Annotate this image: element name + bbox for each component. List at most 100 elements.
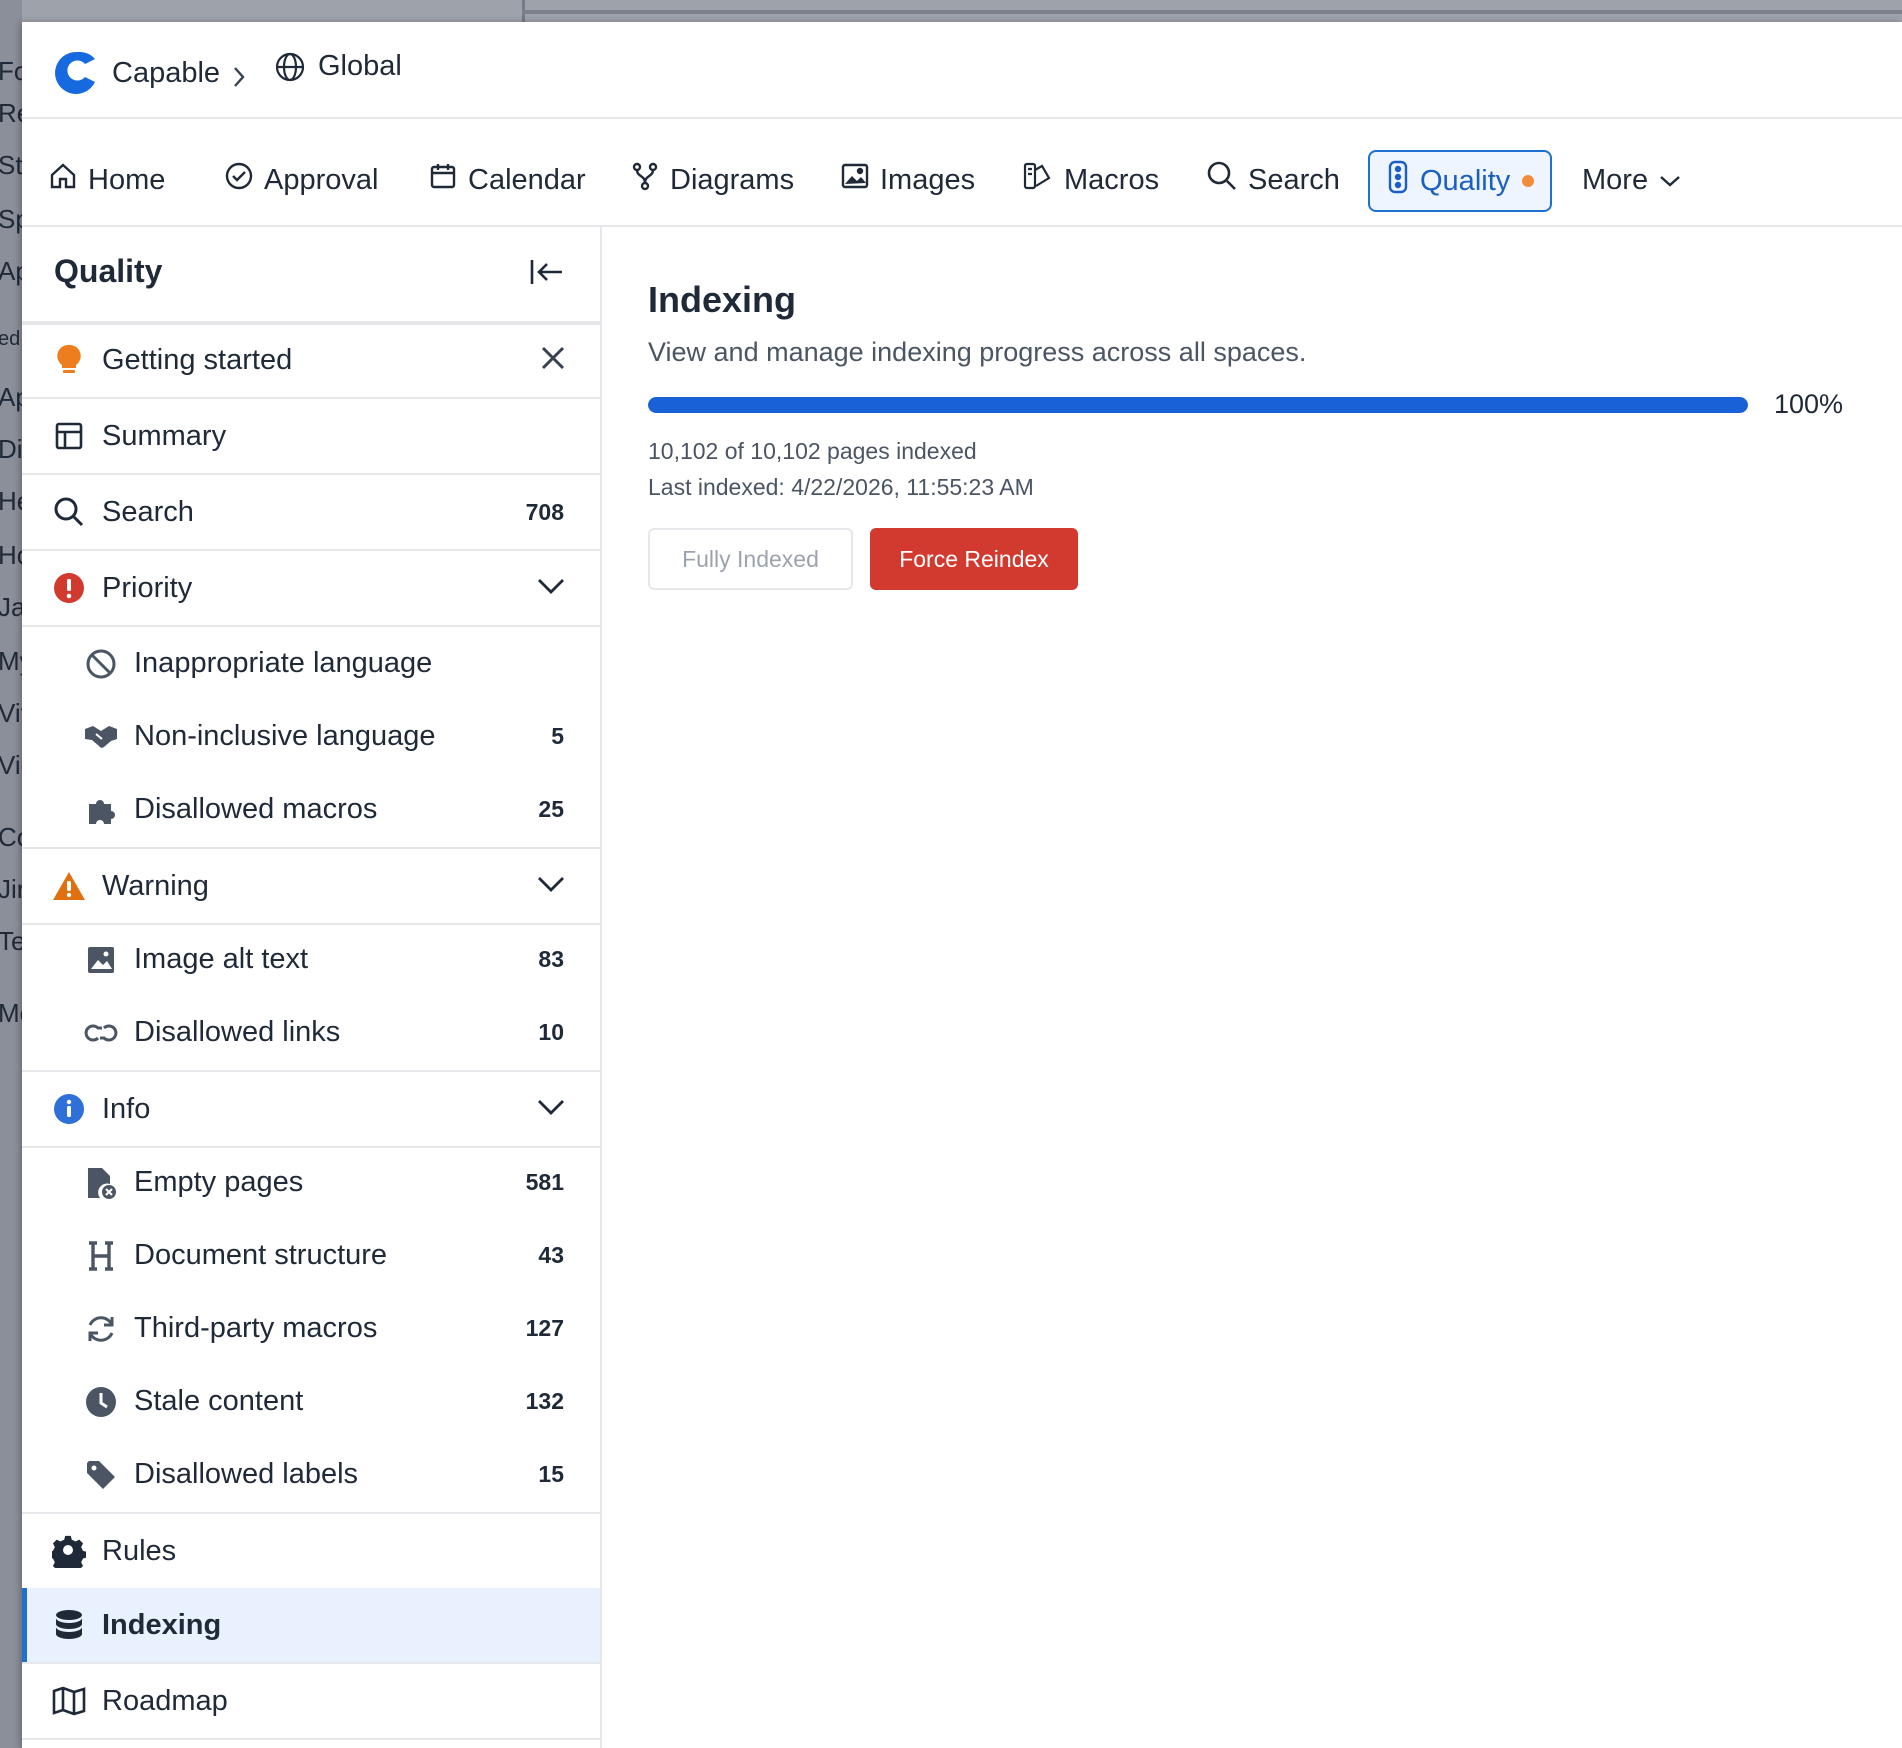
nav-macros[interactable]: Macros [1022,151,1159,209]
diagram-icon [630,161,660,199]
background-text: Ho [0,540,22,570]
count-badge: 25 [538,796,564,822]
sidebar-item-inappropriate-language[interactable]: Inappropriate language [22,627,600,700]
warning-icon [52,869,86,903]
background-text: Fo [0,56,22,86]
main-content: Indexing View and manage indexing progre… [600,227,1902,1748]
image-icon [840,161,870,199]
sidebar-item-rules[interactable]: Rules [22,1512,600,1590]
sidebar-item-image-alt-text[interactable]: Image alt text 83 [22,923,600,996]
traffic-light-icon [1386,160,1410,202]
sidebar-item-document-structure[interactable]: Document structure 43 [22,1219,600,1292]
nav-macros-label: Macros [1064,163,1160,196]
background-text: Sp [0,204,22,234]
count-badge: 83 [538,946,564,972]
sidebar-group-info[interactable]: Info [22,1070,600,1148]
sidebar-item-summary[interactable]: Summary [22,399,600,475]
nav-search[interactable]: Search [1206,151,1340,209]
indexed-count: 10,102 of 10,102 pages indexed [648,438,977,464]
background-text: Vie [0,750,22,780]
sidebar-group-warning[interactable]: Warning [22,847,600,925]
sidebar-item-search[interactable]: Search 708 [22,475,600,551]
sidebar-group-label: Warning [102,869,209,902]
sidebar-item-stale-content[interactable]: Stale content 132 [22,1365,600,1438]
sidebar-item-roadmap[interactable]: Roadmap [22,1664,600,1740]
sidebar-item-label: Rules [102,1534,177,1567]
handshake-icon [84,720,118,754]
count-badge: 5 [551,723,564,749]
background-app-strip: Fo Re Sta Sp Ap ed Ap Dia He Ho Ja My Vi… [0,0,22,1748]
sidebar-header: Quality [22,227,600,325]
sidebar-item-third-party-macros[interactable]: Third-party macros 127 [22,1292,600,1365]
lightbulb-icon [52,343,86,377]
file-x-icon [84,1166,118,1200]
chevron-down-icon[interactable] [536,1098,566,1121]
nav-quality[interactable]: Quality [1368,150,1553,212]
page-title: Indexing [648,279,797,320]
sidebar-item-empty-pages[interactable]: Empty pages 581 [22,1146,600,1219]
fully-indexed-button: Fully Indexed [648,528,853,590]
nav-calendar-label: Calendar [468,163,586,196]
search-icon [52,495,86,529]
breadcrumb: Capable Global [22,22,1902,119]
sidebar-item-label: Empty pages [134,1166,304,1198]
background-text: He [0,486,22,516]
clock-icon [84,1385,118,1419]
chevron-down-icon[interactable] [536,577,566,600]
link-icon [84,1016,118,1050]
background-text: Ja [0,592,22,622]
background-text: ed [0,328,21,350]
sidebar-item-indexing[interactable]: Indexing [22,1588,600,1664]
sidebar-item-non-inclusive-language[interactable]: Non-inclusive language 5 [22,700,600,773]
main-nav: Home Approval Calendar Diagrams Images M… [22,119,1902,227]
sidebar-item-label: Indexing [102,1608,222,1641]
ban-icon [84,647,118,681]
collapse-sidebar-icon[interactable] [528,255,564,294]
puzzle-icon [84,793,118,827]
background-text: Re [0,98,22,128]
sidebar-item-label: Non-inclusive language [134,720,436,752]
nav-search-label: Search [1248,163,1340,196]
sidebar-item-disallowed-macros[interactable]: Disallowed macros 25 [22,773,600,846]
count-badge: 15 [538,1461,564,1487]
background-text: Dia [0,434,22,464]
nav-diagrams[interactable]: Diagrams [630,151,794,209]
nav-images[interactable]: Images [840,151,975,209]
chevron-down-icon[interactable] [536,875,566,898]
sidebar-item-label: Getting started [102,343,293,376]
tag-icon [84,1458,118,1492]
count-badge: 10 [538,1019,564,1045]
map-icon [52,1684,86,1718]
breadcrumb-app[interactable]: Capable [54,50,220,96]
nav-more[interactable]: More [1582,151,1682,209]
search-icon [1206,160,1238,200]
sidebar-item-label: Third-party macros [134,1312,378,1344]
sidebar-item-label: Image alt text [134,943,309,975]
sidebar-item-getting-started[interactable]: Getting started [22,323,600,399]
sidebar-item-disallowed-labels[interactable]: Disallowed labels 15 [22,1438,600,1511]
last-indexed: Last indexed: 4/22/2026, 11:55:23 AM [648,474,1034,500]
breadcrumb-scope[interactable]: Global [274,50,402,83]
close-icon[interactable] [540,345,566,376]
count-badge: 43 [538,1242,564,1268]
breadcrumb-app-label: Capable [112,56,221,89]
nav-approval[interactable]: Approval [224,151,378,209]
check-circle-icon [224,161,254,199]
sidebar-item-label: Stale content [134,1385,304,1417]
sidebar-item-label: Search [102,495,194,528]
nav-home[interactable]: Home [48,151,165,209]
layout-icon [52,419,86,453]
force-reindex-button[interactable]: Force Reindex [870,528,1078,590]
error-icon [52,571,86,605]
sidebar-item-label: Roadmap [102,1684,228,1717]
nav-calendar[interactable]: Calendar [428,151,586,209]
background-text: Sta [0,150,22,180]
app-window: Capable Global Home Approval Calendar Di… [22,22,1902,1748]
nav-quality-label: Quality [1420,164,1511,197]
sidebar-item-label: Disallowed links [134,1016,341,1048]
count-badge: 581 [525,1169,564,1195]
background-text: Vit [0,698,22,728]
sidebar-item-disallowed-links[interactable]: Disallowed links 10 [22,996,600,1069]
nav-images-label: Images [880,163,976,196]
sidebar-group-priority[interactable]: Priority [22,551,600,627]
